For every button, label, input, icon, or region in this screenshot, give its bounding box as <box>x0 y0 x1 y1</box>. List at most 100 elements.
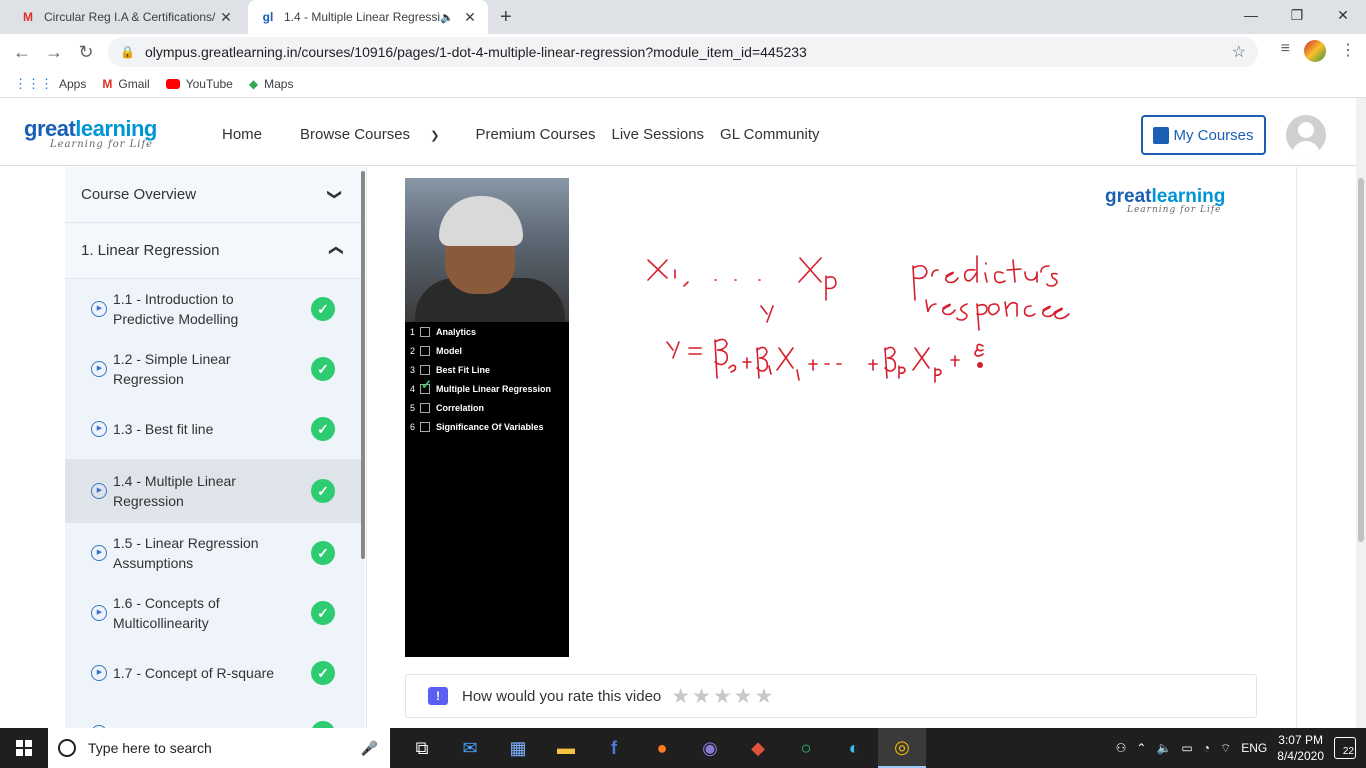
close-window-icon[interactable]: ✕ <box>1320 0 1366 30</box>
sidebar-lesson-item[interactable]: ▶ 1.3 - Best fit line ✓ <box>65 399 365 459</box>
my-courses-button[interactable]: My Courses <box>1141 115 1266 155</box>
notification-count: 22 <box>1342 746 1354 757</box>
check-icon: ✓ <box>311 661 335 685</box>
volume-icon[interactable]: 🔈 <box>1156 741 1171 755</box>
check-icon: ✓ <box>311 541 335 565</box>
speaker-icon[interactable]: 🔈 <box>440 11 454 24</box>
clock-time: 3:07 PM <box>1278 733 1323 747</box>
sidebar-lesson-item[interactable]: ▶ 1.7 - Concept of R-square ✓ <box>65 643 365 703</box>
sidebar-lesson-item[interactable]: ▶ 1.2 - Simple Linear Regression ✓ <box>65 339 365 399</box>
media-control-icon[interactable]: ≡ <box>1281 40 1290 62</box>
facebook-icon[interactable]: f <box>590 728 638 768</box>
notification-center-icon[interactable]: 22 <box>1334 737 1356 759</box>
greatlearning-icon: gl <box>262 10 274 24</box>
chevron-up-icon: ❯ <box>326 244 343 257</box>
menu-icon[interactable]: ⋮ <box>1340 40 1356 62</box>
course-overview-toggle[interactable]: Course Overview ❯ <box>65 167 365 223</box>
star-icon[interactable]: ★ <box>671 685 692 708</box>
battery-icon[interactable]: ▭ <box>1181 741 1192 755</box>
nav-home[interactable]: Home <box>222 126 262 143</box>
task-view-icon[interactable]: ⧉ <box>398 728 446 768</box>
bookmark-youtube[interactable]: YouTube <box>165 77 233 91</box>
search-placeholder: Type here to search <box>88 740 212 756</box>
start-button[interactable] <box>0 728 48 768</box>
play-icon: ▶ <box>91 483 107 499</box>
address-bar[interactable]: 🔒 olympus.greatlearning.in/courses/10916… <box>108 37 1258 67</box>
loading-icon[interactable]: ○ <box>782 728 830 768</box>
nav-label: Browse Courses <box>300 126 411 143</box>
clock[interactable]: 3:07 PM 8/4/2020 <box>1277 732 1324 764</box>
reload-icon[interactable]: ↻ <box>70 42 102 63</box>
restore-icon[interactable]: ❐ <box>1274 0 1320 30</box>
bookmark-gmail[interactable]: M Gmail <box>102 77 149 91</box>
lesson-label: 1.6 - Concepts of Multicollinearity <box>113 595 220 631</box>
nav-live-sessions[interactable]: Live Sessions <box>611 126 704 143</box>
nav-gl-community[interactable]: GL Community <box>720 126 819 143</box>
page-scrollbar[interactable] <box>1356 98 1366 728</box>
microphone-icon[interactable]: 🎤 <box>361 740 378 757</box>
logo-tagline: Learning for Life <box>50 139 154 150</box>
back-icon[interactable]: ← <box>6 42 38 63</box>
chrome-icon[interactable]: ◎ <box>878 728 926 768</box>
profile-avatar[interactable] <box>1304 40 1326 62</box>
bookmark-star-icon[interactable]: ☆ <box>1232 42 1246 62</box>
my-courses-label: My Courses <box>1173 126 1254 144</box>
browser-tab-active[interactable]: gl 1.4 - Multiple Linear Regressi 🔈 ✕ <box>248 0 488 34</box>
star-rating[interactable]: ★★★★★ <box>671 684 775 709</box>
url-text: olympus.greatlearning.in/courses/10916/p… <box>144 44 807 60</box>
mail-icon[interactable]: ✉ <box>446 728 494 768</box>
star-icon[interactable]: ★ <box>734 685 755 708</box>
windows-taskbar: Type here to search 🎤 ⧉ ✉ ▦ ▬ f ● ◉ ◆ ○ … <box>0 728 1366 768</box>
star-icon[interactable]: ★ <box>755 685 776 708</box>
video-player[interactable]: 1Analytics2Model3Best Fit Line4Multiple … <box>405 178 1257 657</box>
lesson-label: 1.4 - Multiple Linear Regression <box>113 473 236 509</box>
logo-prefix: great <box>24 116 76 141</box>
scrollbar-thumb[interactable] <box>1358 178 1364 542</box>
close-icon[interactable]: ✕ <box>460 9 480 26</box>
star-icon[interactable]: ★ <box>713 685 734 708</box>
sidebar-lesson-item[interactable]: ▶ 1.6 - Concepts of Multicollinearity ✓ <box>65 583 365 643</box>
sidebar-lesson-item[interactable]: ▶1.8 - Goodness of Fit - R✓ <box>65 703 365 728</box>
nav-browse-courses[interactable]: Browse Courses ❯ <box>300 126 455 143</box>
forward-icon[interactable]: → <box>38 42 70 63</box>
taskbar-apps: ⧉ ✉ ▦ ▬ f ● ◉ ◆ ○ ◐ ◎ <box>398 728 926 768</box>
people-icon[interactable]: ⚇ <box>1116 741 1127 755</box>
play-icon: ▶ <box>91 361 107 377</box>
file-explorer-icon[interactable]: ▬ <box>542 728 590 768</box>
firefox-icon[interactable]: ● <box>638 728 686 768</box>
network-icon[interactable]: ◔ <box>1203 741 1210 755</box>
taskbar-search[interactable]: Type here to search 🎤 <box>48 728 390 768</box>
bookmark-apps[interactable]: ⋮⋮⋮ Apps <box>14 76 86 92</box>
lesson-label: 1.1 - Introduction to Predictive Modelli… <box>113 291 239 327</box>
store-icon[interactable]: ▦ <box>494 728 542 768</box>
course-overview-label: Course Overview <box>81 186 197 203</box>
star-icon[interactable]: ★ <box>692 685 713 708</box>
minimize-icon[interactable]: — <box>1228 0 1274 30</box>
wifi-icon[interactable]: ⌔ <box>1220 741 1231 756</box>
edge-icon[interactable]: ◐ <box>830 728 878 768</box>
play-icon: ▶ <box>91 421 107 437</box>
language-indicator[interactable]: ENG <box>1241 741 1267 755</box>
check-icon: ✓ <box>311 357 335 381</box>
course-sidebar: Course Overview ❯ 1. Linear Regression ❯… <box>65 167 365 728</box>
module-toggle[interactable]: 1. Linear Regression ❯ <box>65 223 365 279</box>
logo-suffix: learning <box>75 116 157 141</box>
bookmark-maps[interactable]: ◆ Maps <box>249 77 294 91</box>
user-avatar[interactable] <box>1286 115 1326 155</box>
sidebar-scrollbar[interactable] <box>361 171 365 559</box>
main-nav: Home Browse Courses ❯ Premium Courses Li… <box>222 126 836 143</box>
chevron-up-icon[interactable]: ⌃ <box>1136 741 1146 755</box>
sidebar-lesson-item[interactable]: ▶ 1.4 - Multiple Linear Regression ✓ <box>65 459 365 523</box>
eclipse-icon[interactable]: ◉ <box>686 728 734 768</box>
sidebar-lesson-item[interactable]: ▶ 1.5 - Linear Regression Assumptions ✓ <box>65 523 365 583</box>
app-icon[interactable]: ◆ <box>734 728 782 768</box>
sidebar-lesson-item[interactable]: ▶ 1.1 - Introduction to Predictive Modell… <box>65 279 365 339</box>
site-logo[interactable]: greatlearning Learning for Life <box>24 116 157 150</box>
book-icon <box>1153 126 1170 144</box>
rating-prompt: How would you rate this video <box>462 687 662 705</box>
maps-icon: ◆ <box>248 76 259 91</box>
new-tab-button[interactable]: + <box>500 6 512 29</box>
nav-premium-courses[interactable]: Premium Courses <box>475 126 595 143</box>
close-icon[interactable]: ✕ <box>216 9 236 26</box>
browser-tab-gmail[interactable]: M Circular Reg I.A & Certifications/ ✕ <box>8 0 244 34</box>
